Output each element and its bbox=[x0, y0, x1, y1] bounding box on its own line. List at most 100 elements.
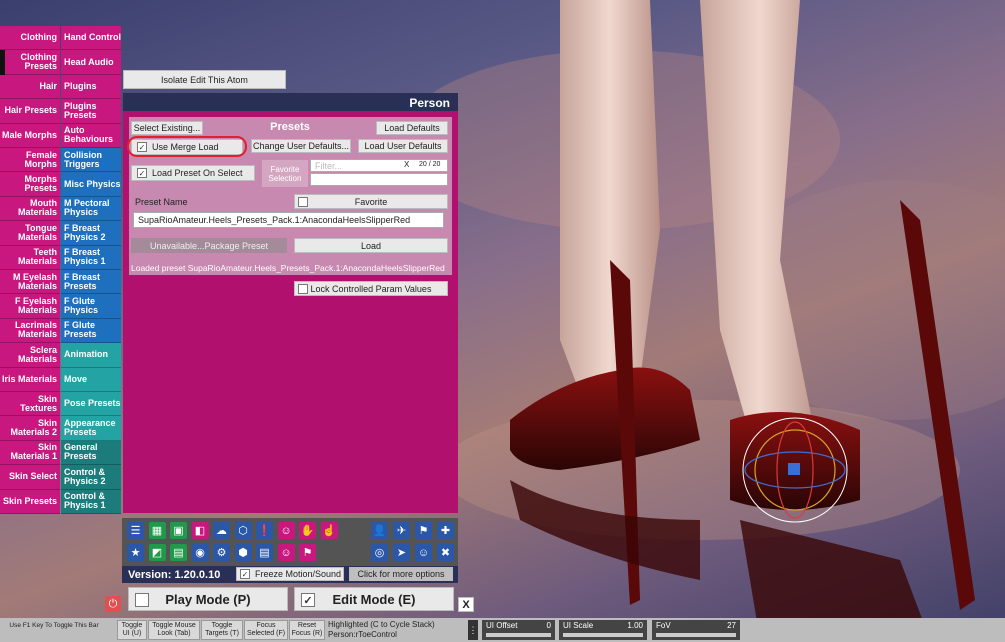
tab-left-item[interactable]: Teeth Materials bbox=[0, 245, 60, 270]
tab-right-item[interactable]: Animation bbox=[61, 343, 121, 368]
menu-icon[interactable]: ☰ bbox=[127, 522, 144, 539]
load-preset-on-select-toggle[interactable]: ✓ Load Preset On Select bbox=[131, 165, 255, 181]
focus-selected-button[interactable]: Focus Selected (F) bbox=[244, 620, 288, 640]
tab-right-item[interactable]: Hand Control bbox=[61, 26, 121, 51]
more-options-button[interactable]: Click for more options bbox=[349, 567, 453, 581]
lock-controlled-param-toggle[interactable]: Lock Controlled Param Values bbox=[294, 281, 448, 296]
toggle-mouse-look-button[interactable]: Toggle Mouse Look (Tab) bbox=[148, 620, 200, 640]
tools-icon[interactable]: ✖ bbox=[437, 544, 454, 561]
more-vert-icon[interactable]: ⋮ bbox=[468, 620, 478, 640]
play-mode-button[interactable]: Play Mode (P) bbox=[128, 587, 288, 611]
tab-right-item[interactable]: Auto Behaviours bbox=[61, 123, 121, 148]
tab-left-item[interactable]: Morphs Presets bbox=[0, 172, 60, 197]
toggle-ui-button[interactable]: Toggle UI (U) bbox=[117, 620, 147, 640]
box-icon[interactable]: ⬡ bbox=[234, 522, 252, 539]
tab-right-item[interactable]: F Glute Physics bbox=[61, 294, 121, 319]
ui-scale-slider[interactable]: UI Scale 1.00 bbox=[559, 620, 647, 640]
tab-left-item[interactable]: F Eyelash Materials bbox=[0, 294, 60, 319]
tab-right-item[interactable]: General Presets bbox=[61, 440, 121, 466]
slider-track bbox=[486, 633, 551, 637]
favorite-toggle[interactable]: Favorite bbox=[294, 194, 448, 209]
tab-left-item[interactable]: Clothing Presets bbox=[0, 50, 60, 75]
person-add-icon[interactable]: ☺ bbox=[277, 544, 295, 561]
person-icon[interactable]: ☺ bbox=[277, 522, 295, 539]
tab-left-item[interactable]: Mouth Materials bbox=[0, 196, 60, 222]
tab-left-item[interactable]: Skin Select bbox=[0, 465, 60, 490]
group-icon[interactable]: ☺ bbox=[415, 544, 432, 561]
tab-left-item[interactable]: Clothing bbox=[0, 26, 60, 51]
tab-right-item[interactable]: Pose Presets bbox=[61, 392, 121, 417]
tab-right-item[interactable]: F Glute Presets bbox=[61, 318, 121, 344]
target-icon[interactable]: ◎ bbox=[371, 544, 388, 561]
camera-icon[interactable]: ◉ bbox=[191, 544, 209, 561]
settings-icon[interactable]: ⚙ bbox=[213, 544, 230, 561]
add-icon[interactable]: ✚ bbox=[437, 522, 454, 539]
tab-left-item[interactable]: Hair bbox=[0, 74, 60, 100]
folder-icon[interactable]: ▣ bbox=[170, 522, 187, 539]
cloud-icon[interactable]: ☁ bbox=[213, 522, 230, 539]
power-icon[interactable]: ⏻ bbox=[105, 596, 121, 612]
tab-right-item[interactable]: Collision Triggers bbox=[61, 148, 121, 173]
tab-left-item[interactable]: Iris Materials bbox=[0, 367, 60, 392]
tab-right-item[interactable]: Plugins bbox=[61, 74, 121, 100]
tab-right-item[interactable]: Control & Physics 2 bbox=[61, 465, 121, 490]
load-defaults-button[interactable]: Load Defaults bbox=[376, 121, 448, 135]
user-icon[interactable]: 👤 bbox=[371, 522, 388, 539]
ui-offset-slider[interactable]: UI Offset 0 bbox=[482, 620, 555, 640]
tab-right-item[interactable]: F Breast Physics 2 bbox=[61, 221, 121, 246]
save-icon[interactable]: ◧ bbox=[191, 522, 209, 539]
cursor-icon[interactable]: ➤ bbox=[393, 544, 410, 561]
tab-right-item[interactable]: M Pectoral Physics bbox=[61, 196, 121, 222]
tag-icon[interactable]: ⚑ bbox=[299, 544, 316, 561]
tab-left-item[interactable]: Tongue Materials bbox=[0, 221, 60, 246]
tab-left-item[interactable]: Skin Textures bbox=[0, 392, 60, 417]
checkbox-icon: ✓ bbox=[137, 168, 147, 178]
tab-left-item[interactable]: Lacrimals Materials bbox=[0, 318, 60, 344]
tab-left-item[interactable]: Sclera Materials bbox=[0, 343, 60, 368]
tab-right-item[interactable]: Appearance Presets bbox=[61, 416, 121, 441]
tab-left-item[interactable]: Male Morphs bbox=[0, 123, 60, 148]
ui-scale-value: 1.00 bbox=[627, 621, 643, 630]
checkbox-icon bbox=[298, 197, 308, 207]
favorite-selection-dropdown[interactable] bbox=[310, 173, 448, 186]
fov-slider[interactable]: FoV 27 bbox=[652, 620, 740, 640]
pointer-icon[interactable]: ☝ bbox=[320, 522, 338, 539]
toggle-targets-button[interactable]: Toggle Targets (T) bbox=[201, 620, 243, 640]
tab-left-item[interactable]: Skin Materials 2 bbox=[0, 416, 60, 441]
alert-icon[interactable]: ❗ bbox=[256, 522, 273, 539]
preset-name-field[interactable]: SupaRioAmateur.Heels_Presets_Pack.1:Anac… bbox=[133, 212, 444, 228]
hand-icon[interactable]: ✋ bbox=[299, 522, 316, 539]
reset-focus-button[interactable]: Reset Focus (R) bbox=[289, 620, 325, 640]
tab-left-item[interactable]: Female Morphs bbox=[0, 148, 60, 173]
tab-left-item[interactable]: Skin Materials 1 bbox=[0, 440, 60, 466]
tab-right-item[interactable]: Head Audio bbox=[61, 50, 121, 75]
tab-right-item[interactable]: Control & Physics 1 bbox=[61, 489, 121, 514]
tab-right-item[interactable]: Misc Physics bbox=[61, 172, 121, 197]
tab-right-item[interactable]: Move bbox=[61, 367, 121, 392]
tab-right-item[interactable]: F Breast Physics 1 bbox=[61, 245, 121, 270]
isolate-edit-atom-button[interactable]: Isolate Edit This Atom bbox=[123, 70, 286, 89]
package-icon[interactable]: ⬢ bbox=[234, 544, 252, 561]
tab-right-item[interactable]: F Breast Presets bbox=[61, 270, 121, 295]
load-button[interactable]: Load bbox=[294, 238, 448, 253]
layers-icon[interactable]: ◩ bbox=[148, 544, 166, 561]
lock-params-label: Lock Controlled Param Values bbox=[310, 283, 432, 294]
scene-icon[interactable]: ▦ bbox=[148, 522, 166, 539]
edit-mode-button[interactable]: ✓ Edit Mode (E) bbox=[294, 587, 454, 611]
select-existing-button[interactable]: Select Existing... bbox=[131, 121, 203, 135]
filter-clear-button[interactable]: X bbox=[404, 160, 409, 169]
close-button[interactable]: X bbox=[458, 597, 474, 612]
document-icon[interactable]: ▤ bbox=[256, 544, 273, 561]
tab-left-item[interactable]: Hair Presets bbox=[0, 99, 60, 124]
flag-icon[interactable]: ⚑ bbox=[415, 522, 432, 539]
star-icon[interactable]: ★ bbox=[127, 544, 144, 561]
send-icon[interactable]: ✈ bbox=[393, 522, 410, 539]
folder-plus-icon[interactable]: ▤ bbox=[170, 544, 187, 561]
change-user-defaults-button[interactable]: Change User Defaults... bbox=[251, 139, 351, 153]
freeze-motion-toggle[interactable]: ✓ Freeze Motion/Sound bbox=[236, 567, 344, 581]
tab-left-item[interactable]: Skin Presets bbox=[0, 489, 60, 514]
tab-right-item[interactable]: Plugins Presets bbox=[61, 99, 121, 124]
load-user-defaults-button[interactable]: Load User Defaults bbox=[358, 139, 448, 153]
tab-left-item[interactable]: M Eyelash Materials bbox=[0, 270, 60, 295]
favorite-label: Favorite bbox=[354, 196, 388, 207]
